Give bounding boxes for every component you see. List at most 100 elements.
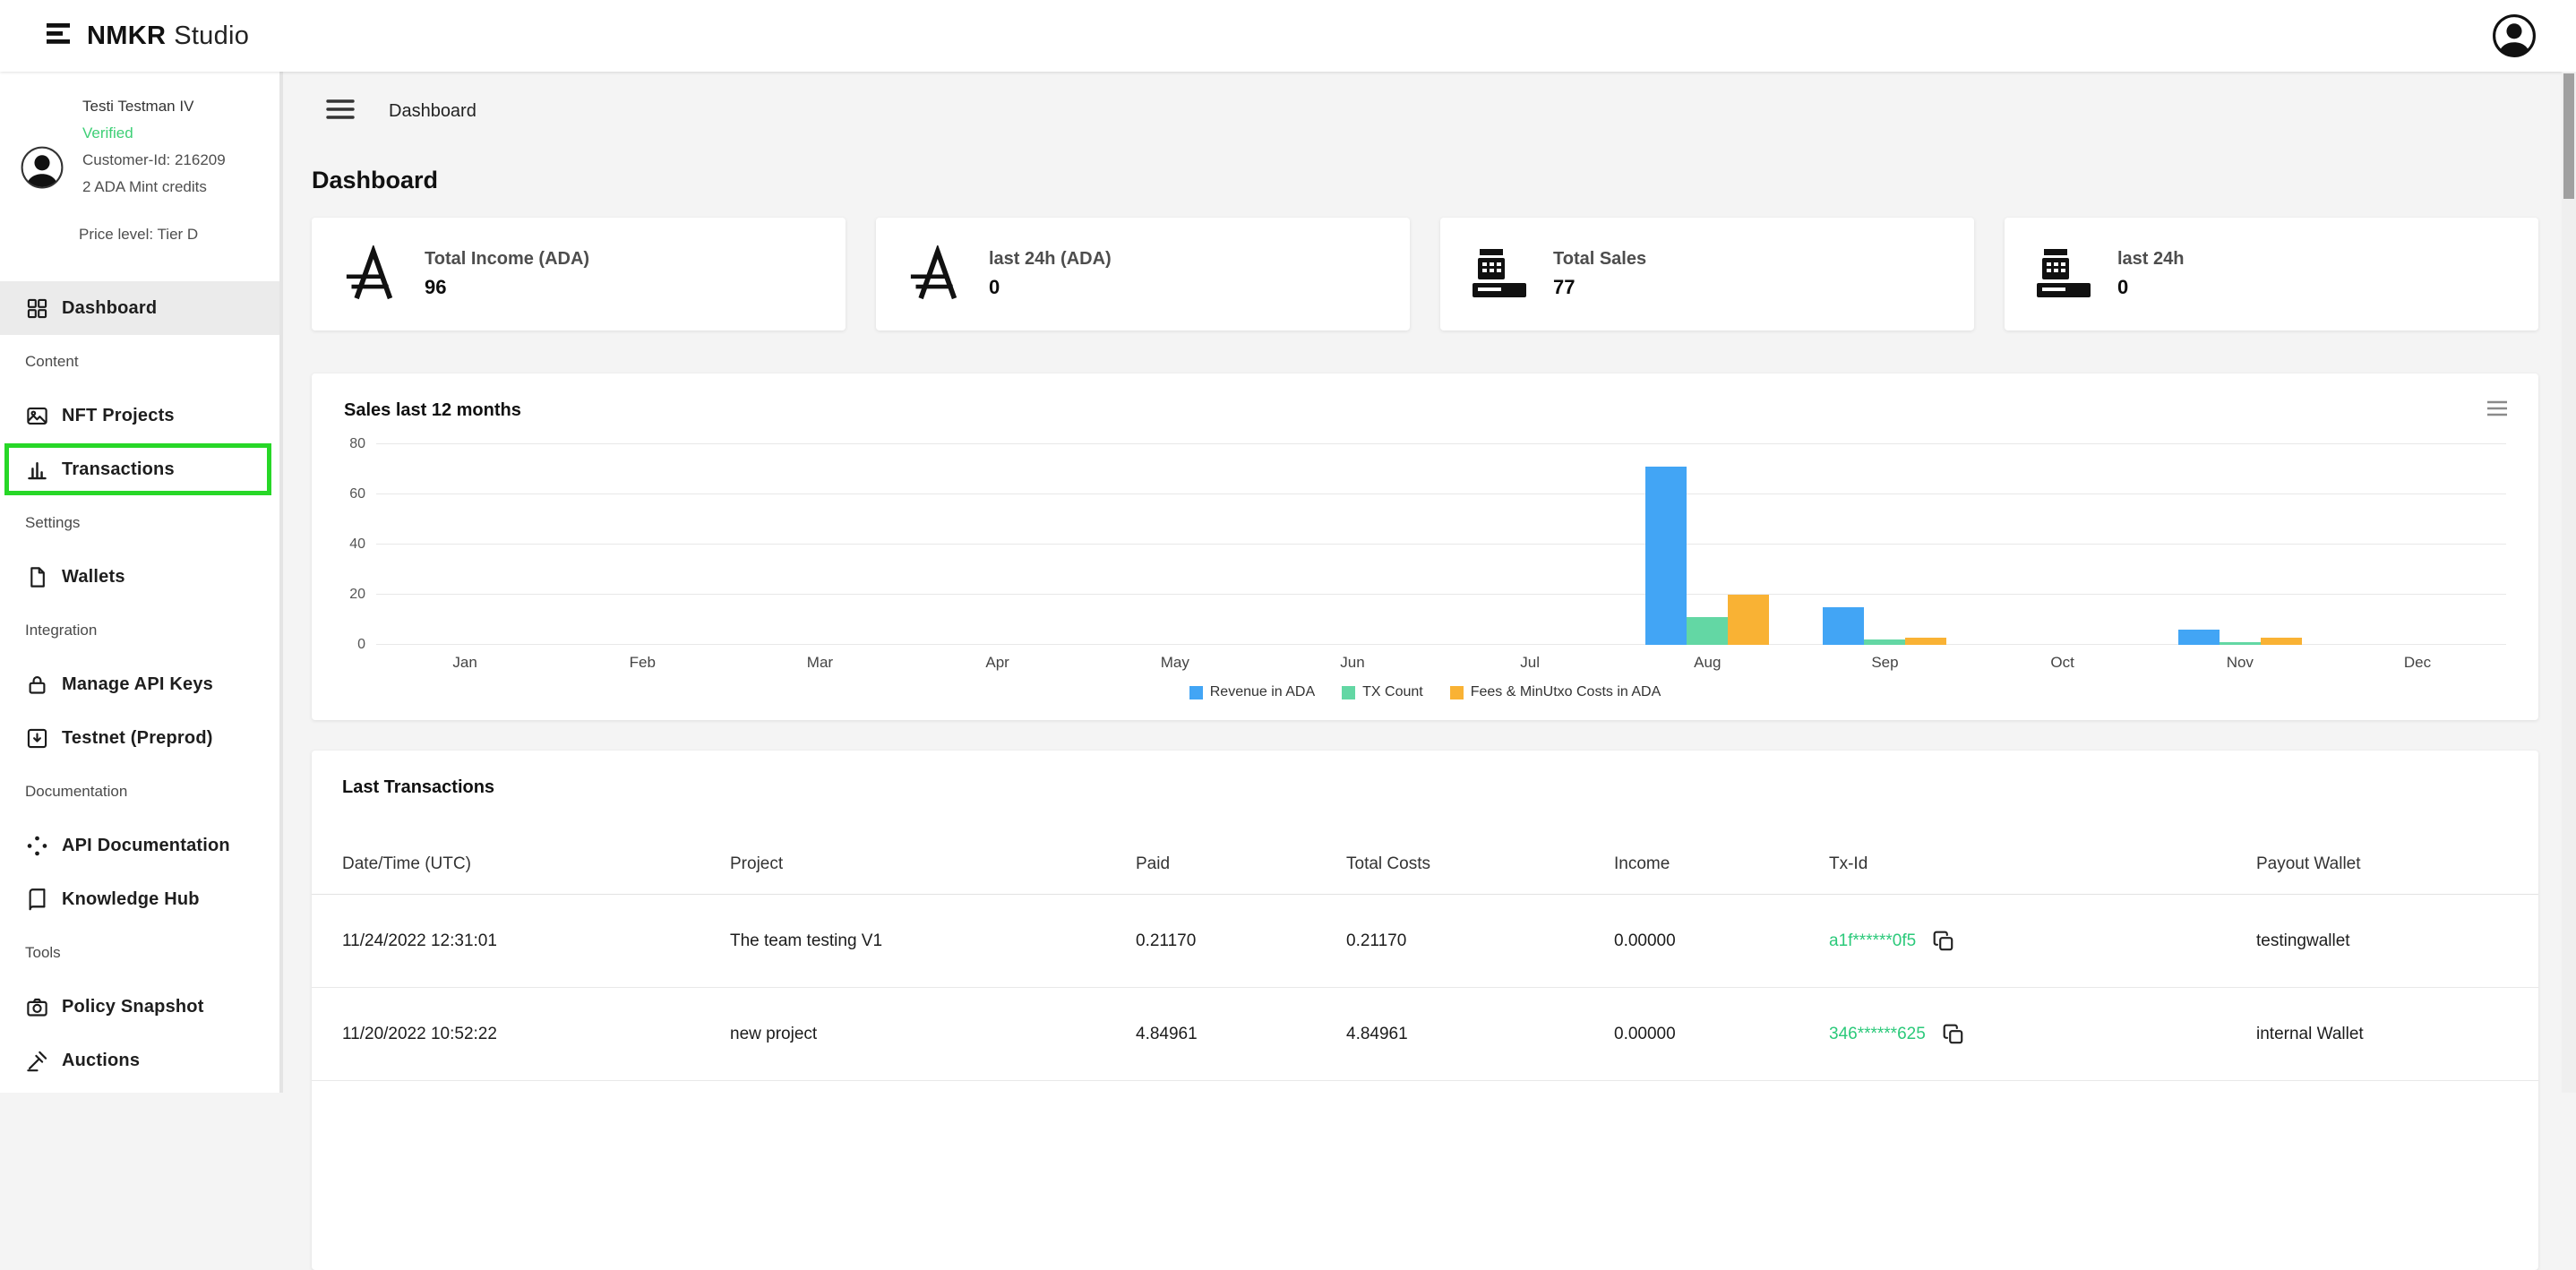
profile-name: Testi Testman IV [82,93,226,120]
chart-x-tick: Apr [909,654,1086,672]
chart-menu-icon[interactable] [2486,400,2508,421]
stat-label: last 24h [2117,249,2184,270]
profile-customer-id: Customer-Id: 216209 [82,147,226,174]
nmkr-logo-icon [47,21,73,50]
column-header-project: Project [730,854,1136,874]
column-header-paid: Paid [1136,854,1346,874]
legend-swatch [1189,686,1203,699]
book-icon [25,888,49,912]
sidebar-item-manage-api-keys[interactable]: Manage API Keys [0,657,279,711]
chart-x-tick: Aug [1619,654,1796,672]
stat-label: last 24h (ADA) [989,249,1112,270]
gavel-icon [25,1049,49,1073]
lock-icon [25,673,49,697]
last-transactions-card: Last Transactions Date/Time (UTC) Projec… [312,751,2538,1270]
txid-link[interactable]: 346******625 [1829,1025,1926,1044]
legend-item[interactable]: Fees & MinUtxo Costs in ADA [1450,684,1662,700]
legend-label: Revenue in ADA [1210,684,1315,700]
main-content: Dashboard Dashboard Total Income (ADA) 9… [287,72,2562,1093]
chart-y-axis: 020406080 [344,444,376,645]
cell-paid: 4.84961 [1136,1025,1346,1044]
chart-bar [2178,630,2220,645]
legend-swatch [1450,686,1464,699]
stat-label: Total Sales [1553,249,1646,270]
scrollbar-thumb[interactable] [2563,73,2574,199]
api-icon [25,834,49,858]
sidebar-profile: Testi Testman IV Verified Customer-Id: 2… [0,72,279,281]
brand-text: NMKR Studio [87,21,249,51]
user-avatar[interactable] [2492,13,2537,58]
stat-card-last24h-ada: last 24h (ADA) 0 [876,218,1410,330]
box-arrow-down-icon [25,726,49,751]
chart-y-tick: 80 [349,436,365,452]
chart-bar [1645,467,1687,645]
stat-card-total-income: Total Income (ADA) 96 [312,218,846,330]
breadcrumb-label: Dashboard [389,101,477,122]
sidebar-item-policy-snapshot[interactable]: Policy Snapshot [0,980,279,1034]
chart-y-tick: 60 [349,486,365,502]
image-icon [25,404,49,428]
sidebar-item-transactions[interactable]: Transactions [0,442,279,496]
copy-icon[interactable] [1942,1023,1965,1046]
cell-project: new project [730,1025,1136,1044]
sidebar-section-tools: Tools [0,926,279,980]
cell-txid: a1f******0f5 [1829,930,2256,953]
profile-price-level: Price level: Tier D [79,226,198,244]
table-header-row: Date/Time (UTC) Project Paid Total Costs… [312,834,2538,895]
cell-datetime: 11/20/2022 10:52:22 [342,1025,730,1044]
txid-link[interactable]: a1f******0f5 [1829,931,1916,951]
sidebar-item-auctions[interactable]: Auctions [0,1034,279,1087]
legend-label: TX Count [1362,684,1423,700]
profile-avatar[interactable] [20,145,64,190]
brand-suffix: Studio [174,21,249,50]
cell-payout-wallet: testingwallet [2256,931,2508,951]
column-header-datetime: Date/Time (UTC) [342,854,730,874]
sidebar-item-knowledge-hub[interactable]: Knowledge Hub [0,872,279,926]
legend-item[interactable]: TX Count [1342,684,1423,700]
nmkr-studio-logo[interactable]: NMKR Studio [47,21,249,51]
cell-txid: 346******625 [1829,1023,2256,1046]
sidebar-section-integration: Integration [0,604,279,657]
page-scrollbar[interactable] [2562,72,2576,1093]
table-row: 11/20/2022 10:52:22 new project 4.84961 … [312,988,2538,1081]
sidebar-toggle-icon[interactable] [326,98,355,125]
sales-chart-card: Sales last 12 months 020406080 JanFebMar… [312,373,2538,720]
bar-chart-icon [25,458,49,482]
cell-project: The team testing V1 [730,931,1136,951]
stat-card-last24h-sales: last 24h 0 [2005,218,2538,330]
chart-y-tick: 40 [349,536,365,553]
document-icon [25,565,49,589]
chart-bar [1687,617,1728,645]
stat-value: 77 [1553,276,1646,299]
sidebar-item-api-documentation[interactable]: API Documentation [0,819,279,872]
table-row: 11/24/2022 12:31:01 The team testing V1 … [312,895,2538,988]
profile-verified-badge: Verified [82,120,226,147]
sidebar-item-testnet-preprod[interactable]: Testnet (Preprod) [0,711,279,765]
ada-icon [903,245,967,303]
copy-icon[interactable] [1932,930,1955,953]
legend-item[interactable]: Revenue in ADA [1189,684,1315,700]
chart-legend: Revenue in ADA TX Count Fees & MinUtxo Cos… [344,684,2506,700]
chart-bar [1905,638,1946,645]
chart-bar-group [1645,444,1769,645]
sidebar-section-content: Content [0,335,279,389]
cell-income: 0.00000 [1614,1025,1829,1044]
chart-y-tick: 20 [349,587,365,603]
stat-card-total-sales: Total Sales 77 [1440,218,1974,330]
stat-value: 0 [989,276,1112,299]
chart-x-tick: Nov [2151,654,2329,672]
stats-row: Total Income (ADA) 96 last 24h (ADA) 0 [312,218,2538,330]
chart-title: Sales last 12 months [344,400,2506,421]
chart-bar-group [2178,444,2302,645]
sidebar: Testi Testman IV Verified Customer-Id: 2… [0,72,283,1093]
sidebar-item-wallets[interactable]: Wallets [0,550,279,604]
sidebar-item-dashboard[interactable]: Dashboard [0,281,279,335]
sidebar-item-nft-projects[interactable]: NFT Projects [0,389,279,442]
cell-payout-wallet: internal Wallet [2256,1025,2508,1044]
legend-label: Fees & MinUtxo Costs in ADA [1471,684,1662,700]
dashboard-icon [25,296,49,321]
chart-bar-group [1823,444,1946,645]
chart-x-axis: JanFebMarAprMayJunJulAugSepOctNovDec [376,654,2506,672]
chart-x-tick: Sep [1796,654,1973,672]
brand-name: NMKR [87,21,166,50]
